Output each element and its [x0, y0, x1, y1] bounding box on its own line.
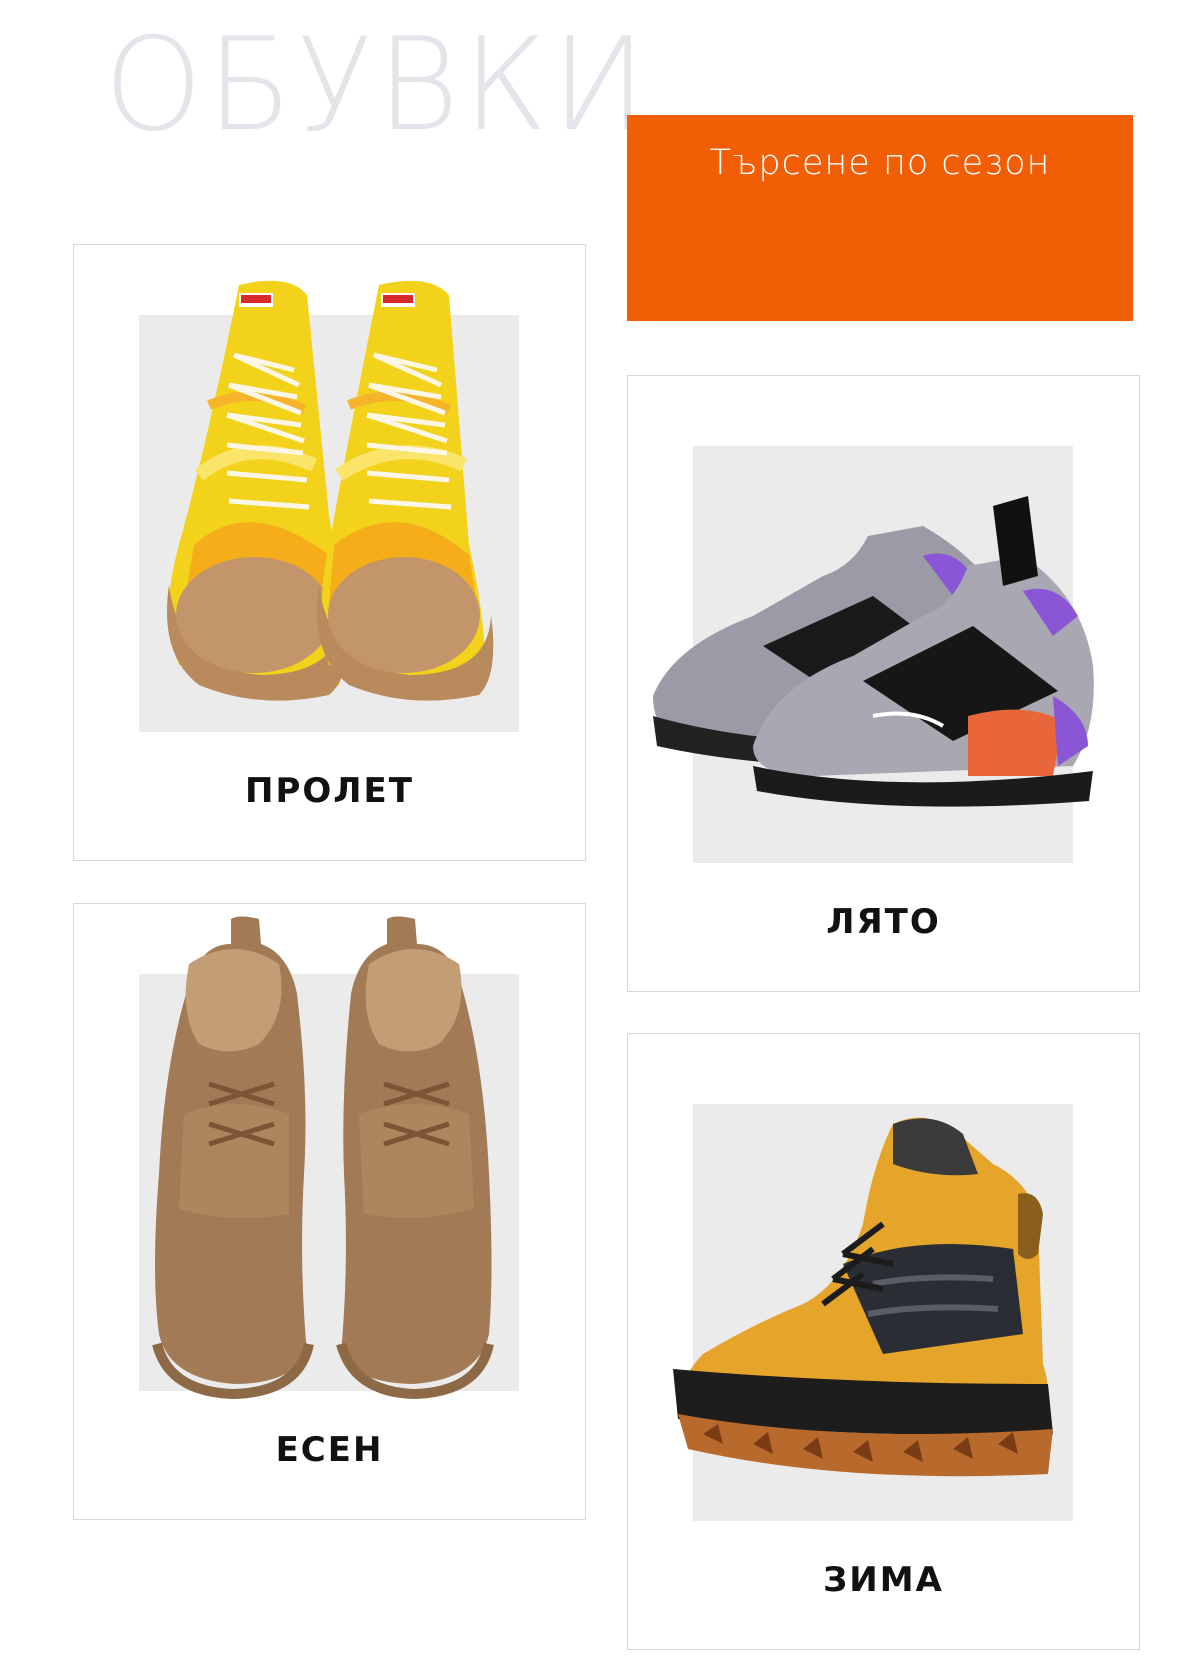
- season-card-winter[interactable]: ЗИМА: [627, 1033, 1140, 1650]
- autumn-shoe-photo: [139, 916, 519, 1400]
- season-card-summer[interactable]: ЛЯТО: [627, 375, 1140, 992]
- search-by-season-banner[interactable]: Търсене по сезон: [627, 115, 1133, 321]
- summer-shoe-photo: [653, 446, 1094, 863]
- season-label-spring: ПРОЛЕТ: [245, 771, 414, 811]
- season-label-winter: ЗИМА: [823, 1560, 944, 1600]
- banner-label: Търсене по сезон: [709, 143, 1051, 183]
- winter-shoe-photo: [673, 1104, 1073, 1521]
- hiking-boot-illustration: [673, 1117, 1053, 1477]
- running-sneakers-illustration: [653, 496, 1094, 807]
- shoe-right: [317, 280, 494, 701]
- derby-shoes-illustration: [152, 916, 494, 1400]
- page-title: ОБУВКИ: [104, 11, 651, 160]
- season-label-summer: ЛЯТО: [826, 902, 941, 942]
- yellow-sneakers-illustration: [167, 280, 494, 701]
- shoe-right: [336, 916, 494, 1400]
- spring-shoe-photo: [139, 280, 519, 732]
- season-label-autumn: ЕСЕН: [275, 1430, 384, 1470]
- shoe-left: [152, 916, 314, 1400]
- season-card-spring[interactable]: ПРОЛЕТ: [73, 244, 586, 861]
- season-card-autumn[interactable]: ЕСЕН: [73, 903, 586, 1520]
